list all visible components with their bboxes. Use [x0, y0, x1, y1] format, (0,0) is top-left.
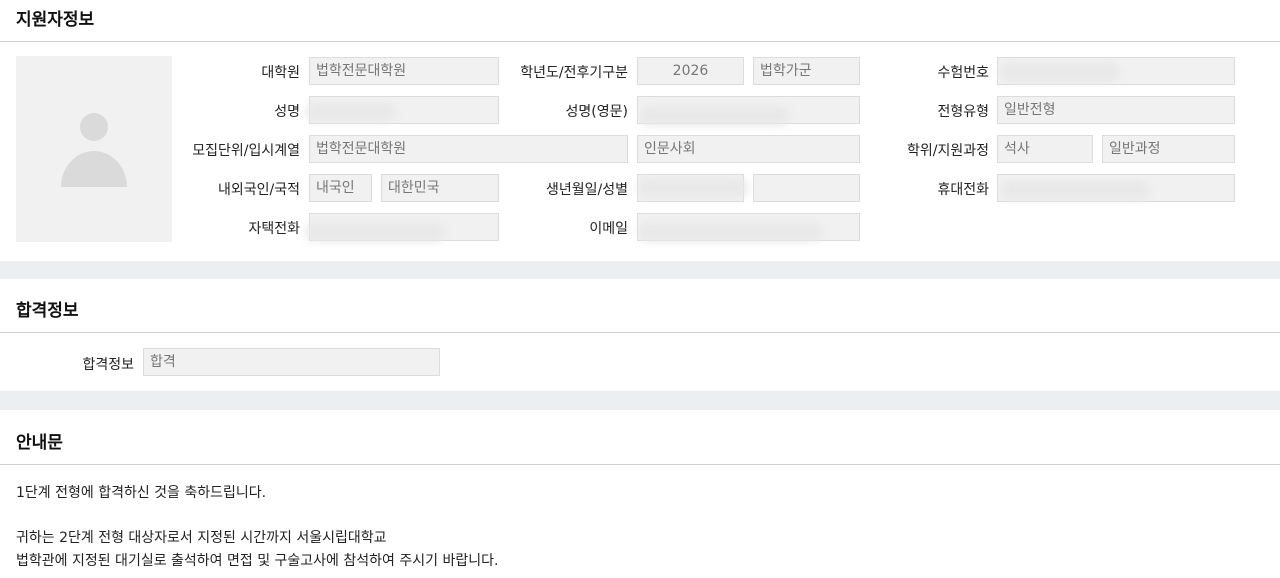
graduate-school-label: 대학원 — [261, 65, 300, 81]
redaction-mark — [305, 222, 445, 242]
notice-panel: 안내문 1단계 전형에 합격하신 것을 축하드립니다. 귀하는 2단계 전형 대… — [0, 410, 1280, 578]
result-panel: 합격정보 합격정보 합격 — [0, 279, 1280, 391]
notice-line-1: 1단계 전형에 합격하신 것을 축하드립니다. — [16, 485, 267, 501]
divider — [0, 332, 1280, 333]
notice-line-2: 귀하는 2단계 전형 대상자로서 지정된 시간까지 서울시립대학교 — [16, 530, 387, 546]
redaction-mark — [640, 106, 790, 126]
mobile-label: 휴대전화 — [937, 182, 989, 198]
exam-number-label: 수험번호 — [937, 65, 989, 81]
gender-field — [753, 174, 860, 202]
year-field: 2026 — [637, 57, 744, 85]
domestic-field: 내국인 — [309, 174, 372, 202]
country-field: 대한민국 — [381, 174, 499, 202]
name-label: 성명 — [274, 104, 300, 120]
redaction-mark — [638, 178, 748, 198]
admission-type-field: 일반전형 — [997, 96, 1235, 124]
unit-field: 법학전문대학원 — [309, 135, 628, 163]
name-en-label: 성명(영문) — [565, 104, 628, 120]
track-field: 인문사회 — [637, 135, 860, 163]
notice-line-3: 법학관에 지정된 대기실로 출석하여 면접 및 구술고사에 참석하여 주시기 바… — [16, 553, 499, 569]
applicant-photo — [16, 56, 172, 242]
redaction-mark — [1000, 62, 1120, 82]
course-field: 일반과정 — [1102, 135, 1235, 163]
avatar-icon — [61, 113, 127, 187]
birth-gender-label: 생년월일/성별 — [546, 182, 628, 198]
unit-label: 모집단위/입시계열 — [192, 143, 300, 159]
notice-title: 안내문 — [16, 433, 63, 453]
applicant-info-panel: 지원자정보 대학원 법학전문대학원 학년도/전후기구분 2026 법학가군 수험… — [0, 0, 1280, 261]
result-field: 합격 — [143, 348, 440, 376]
divider — [0, 41, 1280, 42]
redaction-mark — [638, 222, 823, 242]
redaction-mark — [306, 102, 396, 122]
home-phone-label: 자택전화 — [248, 221, 300, 237]
year-term-label: 학년도/전후기구분 — [520, 65, 628, 81]
admission-type-label: 전형유형 — [937, 104, 989, 120]
graduate-school-field: 법학전문대학원 — [309, 57, 499, 85]
email-label: 이메일 — [589, 221, 628, 237]
result-label: 합격정보 — [82, 357, 134, 373]
degree-field: 석사 — [997, 135, 1093, 163]
term-field: 법학가군 — [753, 57, 860, 85]
applicant-info-title: 지원자정보 — [16, 10, 95, 30]
divider — [0, 464, 1280, 465]
nationality-label: 내외국인/국적 — [218, 182, 300, 198]
result-title: 합격정보 — [16, 301, 79, 321]
degree-label: 학위/지원과정 — [907, 143, 989, 159]
redaction-mark — [1000, 180, 1150, 200]
